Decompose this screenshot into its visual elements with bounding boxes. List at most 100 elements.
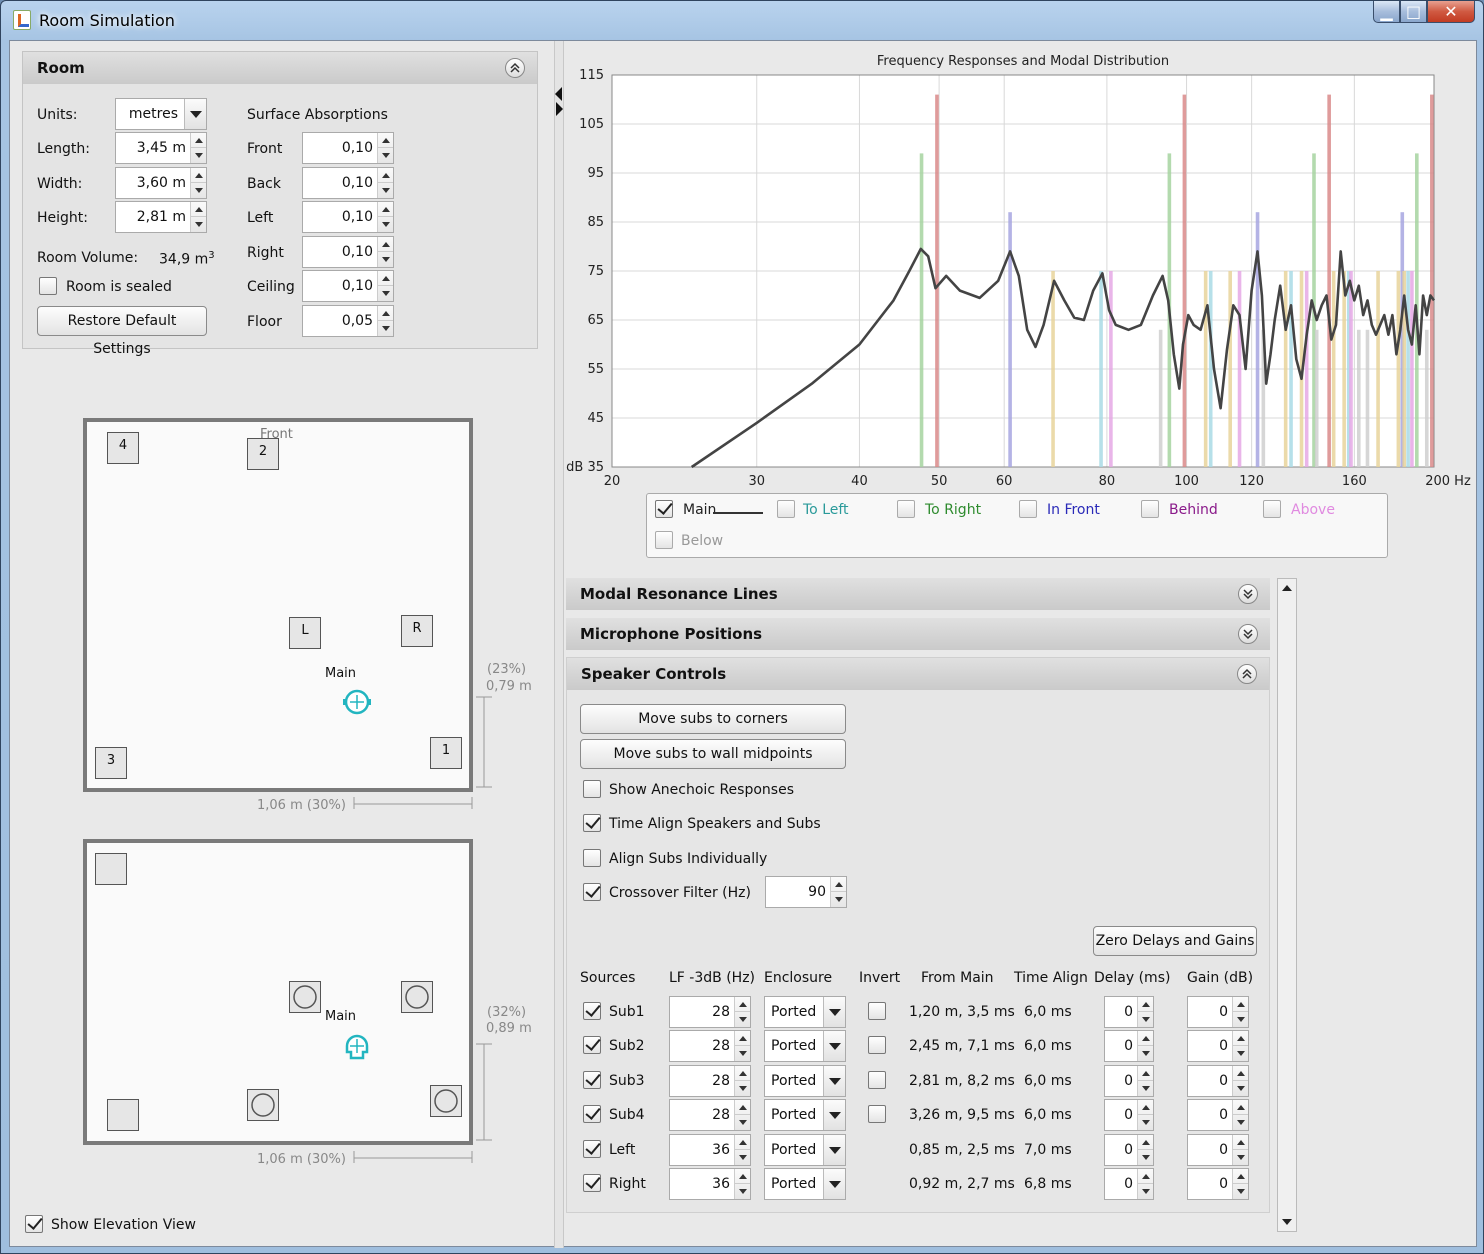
delay-spinner[interactable]: 0 [1104, 1133, 1154, 1166]
absorption-spinner-back[interactable]: 0,10 [302, 166, 394, 199]
lf-spinner[interactable]: 36 [669, 1168, 751, 1200]
frequency-response-chart[interactable]: Frequency Responses and Modal Distributi… [566, 49, 1476, 501]
chevron-down-icon[interactable] [823, 1100, 845, 1131]
delay-spinner[interactable]: 0 [1104, 1099, 1154, 1132]
chevron-down-icon[interactable] [823, 997, 845, 1027]
enclosure-select[interactable]: Ported [764, 1030, 846, 1063]
move-subs-corners-button[interactable]: Move subs to corners [580, 704, 846, 734]
lf-spinner[interactable]: 28 [669, 996, 751, 1028]
invert-checkbox[interactable] [868, 1070, 886, 1089]
spinner-arrows-icon[interactable] [377, 133, 393, 163]
spinner-arrows-icon[interactable] [190, 168, 206, 198]
spinner-arrows-icon[interactable] [190, 133, 206, 163]
maximize-button[interactable]: □ [1400, 1, 1427, 23]
show-elevation-checkbox[interactable] [25, 1215, 43, 1233]
zero-delays-gains-button[interactable]: Zero Delays and Gains [1093, 926, 1257, 956]
invert-checkbox[interactable] [868, 1036, 886, 1055]
close-button[interactable]: ✕ [1427, 1, 1475, 23]
spinner-arrows-icon[interactable] [377, 236, 393, 267]
length-spinner[interactable]: 3,45 m [115, 132, 207, 164]
spinner-arrows-icon[interactable] [1232, 1065, 1248, 1096]
speaker-left[interactable]: L [289, 617, 321, 649]
sub-box-top-left[interactable] [95, 853, 127, 885]
spinner-arrows-icon[interactable] [734, 1031, 750, 1062]
align-individually-checkbox[interactable] [583, 849, 601, 867]
crossover-spinner[interactable]: 90 [765, 876, 847, 908]
spinner-arrows-icon[interactable] [830, 877, 846, 907]
legend-checkbox-to-left[interactable] [777, 500, 795, 518]
gain-spinner[interactable]: 0 [1187, 1133, 1249, 1166]
chevron-down-icon[interactable] [823, 1031, 845, 1062]
lf-spinner[interactable]: 28 [669, 1030, 751, 1063]
minimize-button[interactable]: ▁ [1373, 1, 1400, 23]
spinner-arrows-icon[interactable] [1232, 1031, 1248, 1062]
chevron-down-icon[interactable] [184, 99, 206, 129]
delay-spinner[interactable]: 0 [1104, 1168, 1154, 1200]
source-enabled-checkbox[interactable] [583, 1002, 601, 1020]
sub-box-bottom-left[interactable] [107, 1099, 139, 1131]
show-anechoic-checkbox[interactable] [583, 780, 601, 798]
spinner-arrows-icon[interactable] [1137, 1100, 1153, 1131]
speaker-4[interactable]: 4 [107, 432, 139, 464]
split-pane-divider[interactable] [554, 41, 564, 1248]
enclosure-select[interactable]: Ported [764, 1064, 846, 1097]
gain-spinner[interactable]: 0 [1187, 1099, 1249, 1132]
lf-spinner[interactable]: 28 [669, 1099, 751, 1132]
gain-spinner[interactable]: 0 [1187, 1168, 1249, 1200]
spinner-arrows-icon[interactable] [1232, 1169, 1248, 1199]
absorption-spinner-right[interactable]: 0,10 [302, 235, 394, 268]
enclosure-select[interactable]: Ported [764, 1099, 846, 1132]
spinner-arrows-icon[interactable] [734, 1065, 750, 1096]
source-enabled-checkbox[interactable] [583, 1139, 601, 1158]
absorption-spinner-left[interactable]: 0,10 [302, 201, 394, 233]
collapse-speaker-controls-icon[interactable] [1237, 664, 1257, 684]
chevron-down-icon[interactable] [823, 1169, 845, 1199]
legend-checkbox-above[interactable] [1263, 500, 1281, 518]
lf-spinner[interactable]: 36 [669, 1133, 751, 1166]
spinner-arrows-icon[interactable] [1137, 1065, 1153, 1096]
delay-spinner[interactable]: 0 [1104, 1064, 1154, 1097]
move-subs-midpoints-button[interactable]: Move subs to wall midpoints [580, 739, 846, 769]
title-bar[interactable]: Room Simulation ▁ □ ✕ [1, 1, 1483, 39]
time-align-checkbox[interactable] [583, 814, 601, 832]
spinner-arrows-icon[interactable] [1137, 1134, 1153, 1165]
spinner-arrows-icon[interactable] [734, 1100, 750, 1131]
speaker-center-driver[interactable] [247, 1089, 279, 1121]
units-select[interactable]: metres [115, 98, 207, 130]
gain-spinner[interactable]: 0 [1187, 1064, 1249, 1097]
speaker-right-driver[interactable] [401, 981, 433, 1013]
spinner-arrows-icon[interactable] [734, 1134, 750, 1165]
speaker-2[interactable]: 2 [247, 438, 279, 470]
spinner-arrows-icon[interactable] [734, 1169, 750, 1199]
expand-modal-lines-icon[interactable] [1238, 584, 1258, 604]
divider-arrows-icon[interactable] [553, 85, 565, 117]
delay-spinner[interactable]: 0 [1104, 1030, 1154, 1063]
spinner-arrows-icon[interactable] [377, 305, 393, 336]
invert-checkbox[interactable] [868, 1105, 886, 1124]
absorption-spinner-floor[interactable]: 0,05 [302, 304, 394, 337]
room-panel-header[interactable]: Room [23, 52, 537, 84]
absorption-spinner-ceiling[interactable]: 0,10 [302, 270, 394, 302]
legend-checkbox-in-front[interactable] [1019, 500, 1037, 518]
modal-lines-header[interactable]: Modal Resonance Lines [566, 578, 1270, 610]
spinner-arrows-icon[interactable] [734, 997, 750, 1027]
chevron-down-icon[interactable] [823, 1065, 845, 1096]
collapse-room-icon[interactable] [505, 58, 525, 78]
enclosure-select[interactable]: Ported [764, 1168, 846, 1200]
source-enabled-checkbox[interactable] [583, 1105, 601, 1124]
speaker-left-driver[interactable] [289, 981, 321, 1013]
crossover-checkbox[interactable] [583, 883, 601, 901]
spinner-arrows-icon[interactable] [1232, 1100, 1248, 1131]
speaker-controls-header[interactable]: Speaker Controls [567, 658, 1269, 690]
absorption-spinner-front[interactable]: 0,10 [302, 132, 394, 164]
invert-checkbox[interactable] [868, 1002, 886, 1020]
legend-checkbox-below[interactable] [655, 531, 673, 549]
scroll-up-icon[interactable] [1281, 583, 1293, 593]
vertical-scrollbar[interactable] [1277, 578, 1297, 1232]
height-spinner[interactable]: 2,81 m [115, 201, 207, 233]
legend-checkbox-to-right[interactable] [897, 500, 915, 518]
delay-spinner[interactable]: 0 [1104, 996, 1154, 1028]
scroll-down-icon[interactable] [1281, 1217, 1293, 1227]
restore-defaults-button[interactable]: Restore Default Settings [37, 306, 207, 357]
spinner-arrows-icon[interactable] [1137, 997, 1153, 1027]
